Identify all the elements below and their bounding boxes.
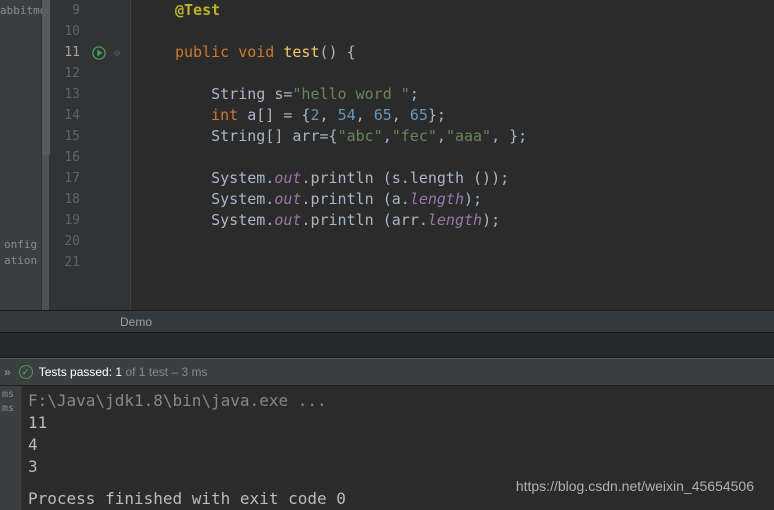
console-command: F:\Java\jdk1.8\bin\java.exe ... (28, 390, 774, 412)
change-marker-strip (42, 0, 50, 310)
line-number[interactable]: 12 (50, 63, 90, 84)
line-number[interactable]: 13 (50, 84, 90, 105)
test-pass-icon[interactable]: ✓ (19, 365, 33, 379)
console-gutter-label: ms (0, 388, 21, 402)
editor-top-area: abbitmq onfig ation 9 10 11 12 13 14 15 … (0, 0, 774, 310)
sidebar-label: onfig (4, 238, 37, 251)
line-number[interactable]: 11 (50, 42, 90, 63)
line-number[interactable]: 10 (50, 21, 90, 42)
console-line: 4 (28, 434, 774, 456)
panel-divider[interactable] (0, 332, 774, 358)
console-gutter-label: ms (0, 402, 21, 416)
line-numbers: 9 10 11 12 13 14 15 16 17 18 19 20 21 (50, 0, 90, 310)
console-line: 11 (28, 412, 774, 434)
project-sidebar[interactable]: abbitmq onfig ation (0, 0, 42, 310)
line-number[interactable]: 9 (50, 0, 90, 21)
line-number[interactable]: 19 (50, 210, 90, 231)
line-number[interactable]: 18 (50, 189, 90, 210)
expand-icon[interactable]: » (4, 365, 11, 379)
watermark: https://blog.csdn.net/weixin_45654506 (516, 478, 754, 494)
tests-time: – 3 ms (171, 365, 207, 379)
line-number[interactable]: 14 (50, 105, 90, 126)
run-test-icon[interactable] (92, 46, 106, 60)
console-gutter: ms ms (0, 386, 22, 510)
tests-passed-label: Tests passed: (39, 365, 112, 379)
tests-total: of 1 test (125, 365, 168, 379)
line-number[interactable]: 16 (50, 147, 90, 168)
console-line: 3 (28, 456, 774, 478)
gutter: 9 10 11 12 13 14 15 16 17 18 19 20 21 ⊖ (42, 0, 131, 310)
line-number[interactable]: 15 (50, 126, 90, 147)
breadcrumb-bar: Demo (0, 310, 774, 332)
change-marker (42, 0, 50, 155)
sidebar-label: abbitmq (0, 4, 46, 17)
tests-passed-count: 1 (115, 365, 122, 379)
fold-icon[interactable]: ⊖ (114, 48, 120, 59)
code-editor[interactable]: 9 10 11 12 13 14 15 16 17 18 19 20 21 ⊖ (42, 0, 774, 310)
line-number[interactable]: 17 (50, 168, 90, 189)
breadcrumb-item[interactable]: Demo (120, 315, 152, 329)
code-content[interactable]: @Test public void test() { String s="hel… (131, 0, 774, 310)
gutter-icons: ⊖ (90, 0, 130, 310)
annotation: @Test (175, 1, 220, 19)
test-results-bar: » ✓ Tests passed: 1 of 1 test – 3 ms (0, 358, 774, 386)
line-number[interactable]: 21 (50, 252, 90, 273)
sidebar-label: ation (4, 254, 37, 267)
line-number[interactable]: 20 (50, 231, 90, 252)
